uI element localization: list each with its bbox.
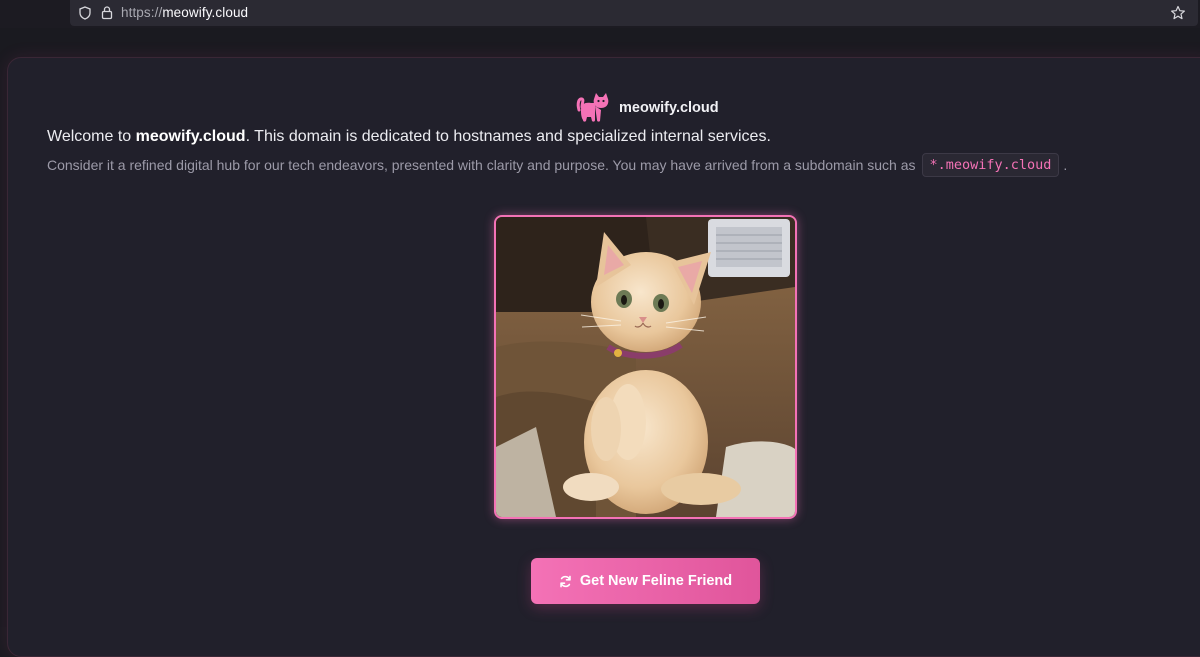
kitten-image: [494, 215, 797, 519]
browser-toolbar: https://meowify.cloud: [0, 0, 1200, 28]
welcome-heading: Welcome to meowify.cloud. This domain is…: [47, 128, 771, 146]
welcome-suffix: . This domain is dedicated to hostnames …: [245, 128, 771, 145]
subtext-before: Consider it a refined digital hub for ou…: [47, 157, 916, 173]
subdomain-code-chip: *.meowify.cloud: [921, 153, 1060, 177]
refresh-icon: [560, 575, 571, 587]
url-host: meowify.cloud: [162, 5, 249, 20]
star-icon[interactable]: [1170, 5, 1186, 21]
address-bar[interactable]: https://meowify.cloud: [70, 0, 1198, 26]
subtext-after: .: [1063, 157, 1068, 173]
cta-label: Get New Feline Friend: [579, 573, 733, 589]
url-text[interactable]: https://meowify.cloud: [121, 5, 248, 20]
cat-icon: [576, 93, 609, 122]
welcome-domain: meowify.cloud: [135, 128, 246, 145]
brand-name: meowify.cloud: [619, 100, 719, 116]
welcome-prefix: Welcome to: [47, 128, 136, 145]
kitten-illustration: [496, 217, 795, 517]
lock-icon[interactable]: [100, 5, 114, 20]
get-new-feline-friend-button[interactable]: Get New Feline Friend: [531, 558, 760, 604]
intro-subtext: Consider it a refined digital hub for ou…: [47, 153, 1067, 177]
brand-header: meowify.cloud: [575, 90, 719, 126]
url-protocol: https://: [121, 5, 163, 20]
shield-icon[interactable]: [78, 6, 92, 20]
